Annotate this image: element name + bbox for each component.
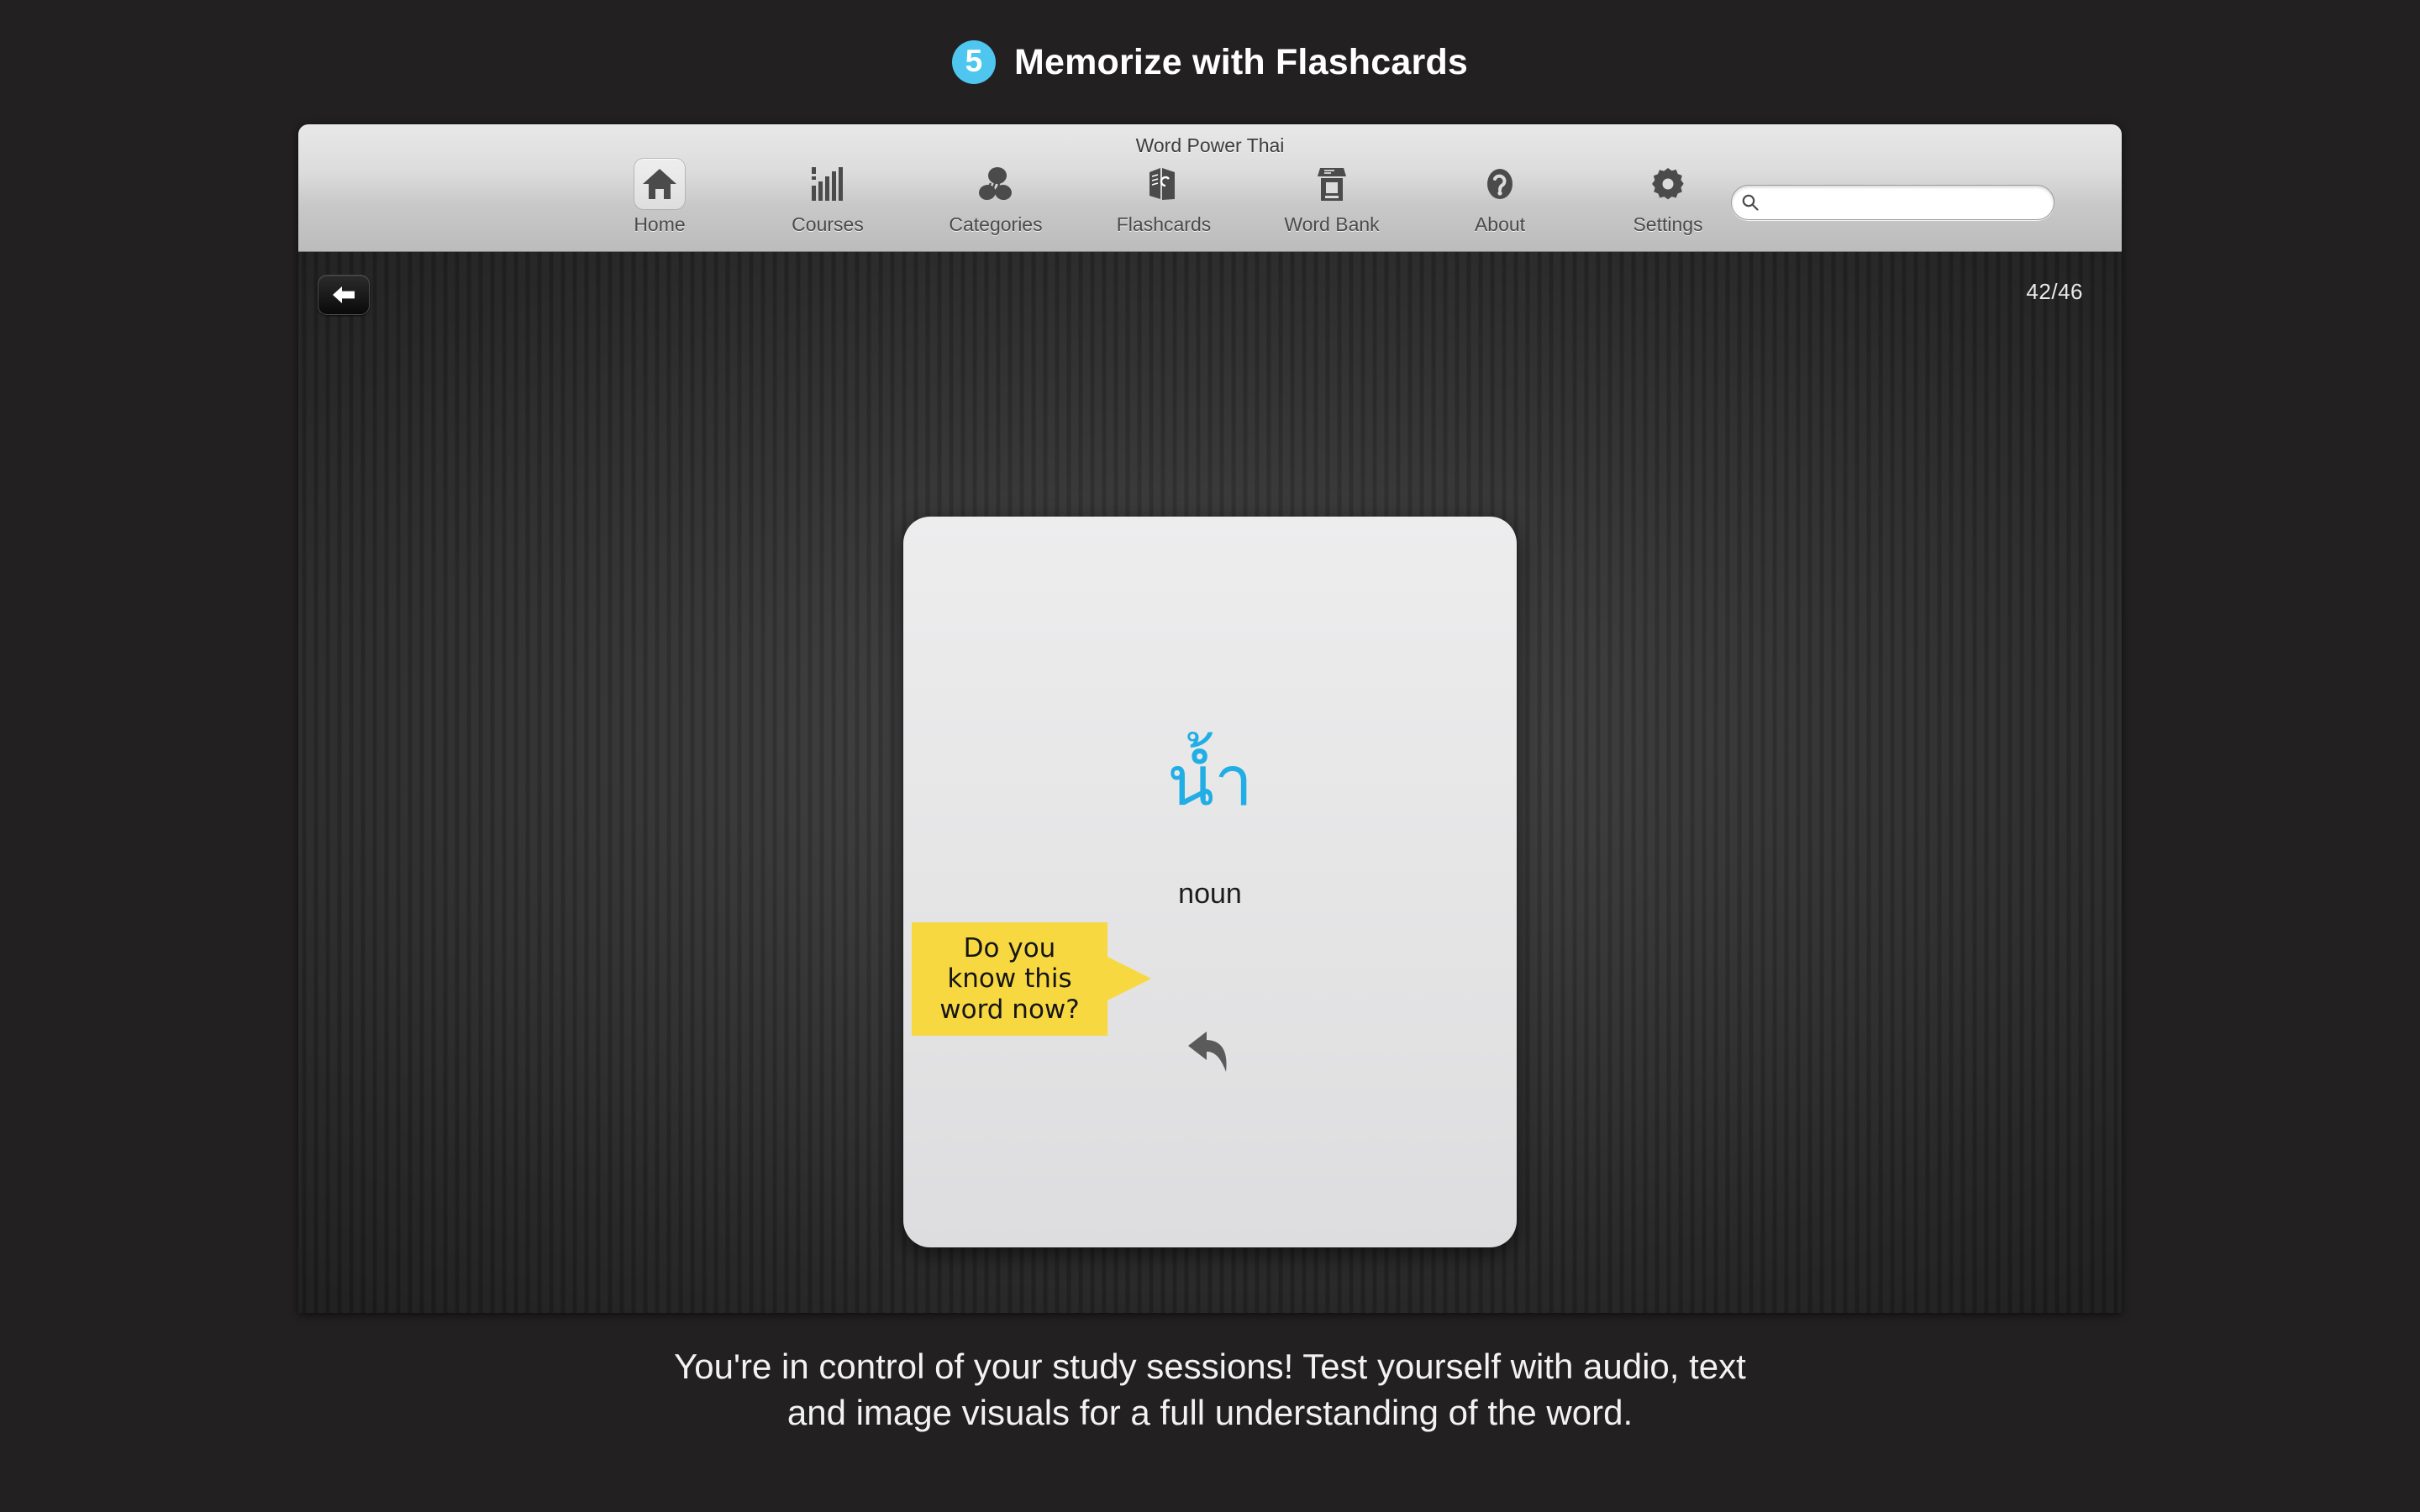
caption-text: You're in control of your study sessions…	[674, 1347, 1746, 1432]
back-arrow-icon	[331, 284, 356, 306]
gear-icon	[1651, 167, 1685, 201]
categories-icon	[977, 166, 1014, 202]
search-input[interactable]	[1765, 192, 2026, 213]
word-bank-iconbox	[1306, 158, 1358, 210]
courses-iconbox	[802, 158, 854, 210]
speech-bubble-tail	[1107, 957, 1151, 1000]
flashcard[interactable]: น้ำ noun	[903, 517, 1517, 1247]
toolbar-label-categories: Categories	[949, 213, 1043, 235]
card-counter: 42/46	[2026, 279, 2083, 304]
speech-bubble: Do you know this word now?	[912, 922, 1107, 1036]
step-number-badge: 5	[951, 40, 996, 84]
toolbar-item-categories[interactable]: Categories	[912, 158, 1080, 236]
speech-bubble-text: Do you know this word now?	[939, 932, 1080, 1025]
toolbar-label-word-bank: Word Bank	[1284, 213, 1380, 235]
settings-iconbox	[1642, 158, 1694, 210]
categories-iconbox	[970, 158, 1022, 210]
toolbar-items: Home Courses Categories Flashcards Word …	[576, 158, 1752, 236]
toolbar-item-settings[interactable]: Settings	[1584, 158, 1752, 236]
flip-arrow-icon	[1184, 1029, 1236, 1074]
page-header: 5 Memorize with Flashcards	[0, 0, 2420, 124]
toolbar-label-home: Home	[634, 213, 686, 235]
window-title: Word Power Thai	[1135, 134, 1285, 156]
app-window: Word Power Thai Home Courses Categories …	[298, 124, 2122, 1313]
toolbar-label-flashcards: Flashcards	[1116, 213, 1212, 235]
toolbar-item-flashcards[interactable]: Flashcards	[1080, 158, 1248, 236]
flashcards-iconbox	[1138, 158, 1190, 210]
flashcard-part-of-speech: noun	[1178, 878, 1242, 910]
toolbar-item-word-bank[interactable]: Word Bank	[1248, 158, 1416, 236]
toolbar-item-about[interactable]: About	[1416, 158, 1584, 236]
toolbar-item-courses[interactable]: Courses	[744, 158, 912, 236]
bar-chart-icon	[811, 167, 844, 201]
question-mark-icon	[1484, 165, 1516, 202]
app-toolbar: Word Power Thai Home Courses Categories …	[298, 124, 2122, 252]
home-iconbox	[634, 158, 686, 210]
word-bank-icon	[1316, 165, 1348, 202]
home-icon	[642, 168, 677, 200]
toolbar-label-courses: Courses	[792, 213, 864, 235]
search-box[interactable]	[1731, 185, 2054, 220]
page-title: Memorize with Flashcards	[1013, 41, 1469, 82]
toolbar-label-about: About	[1474, 213, 1526, 235]
flashcard-word: น้ำ	[1166, 742, 1254, 822]
back-button[interactable]	[318, 275, 370, 315]
about-iconbox	[1474, 158, 1526, 210]
flashcard-flip-button[interactable]	[903, 1029, 1517, 1074]
toolbar-item-home[interactable]: Home	[576, 158, 744, 236]
flashcard-content-area: 42/46 น้ำ noun Do you know this word now…	[298, 252, 2122, 1313]
search-icon	[1742, 194, 1759, 211]
flashcards-icon	[1147, 165, 1181, 202]
toolbar-label-settings: Settings	[1633, 213, 1703, 235]
